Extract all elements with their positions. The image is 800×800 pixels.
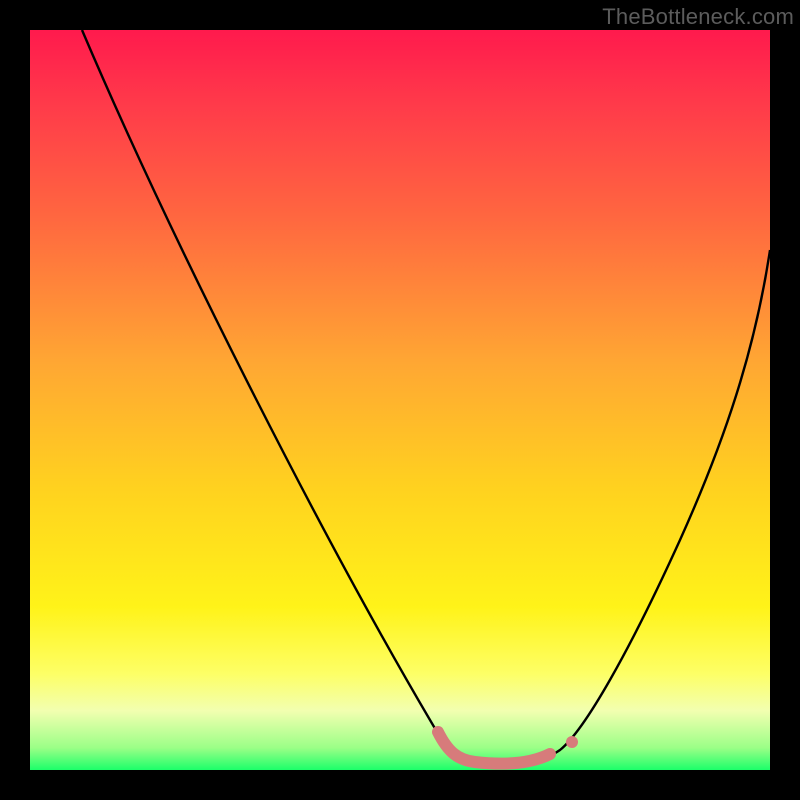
chart-frame: TheBottleneck.com [0, 0, 800, 800]
floor-marker-dot [566, 736, 578, 748]
floor-marker-left [438, 732, 550, 764]
bottleneck-curve [30, 30, 770, 770]
watermark-text: TheBottleneck.com [602, 4, 794, 30]
chart-plot-area [30, 30, 770, 770]
curve-path [82, 30, 770, 763]
